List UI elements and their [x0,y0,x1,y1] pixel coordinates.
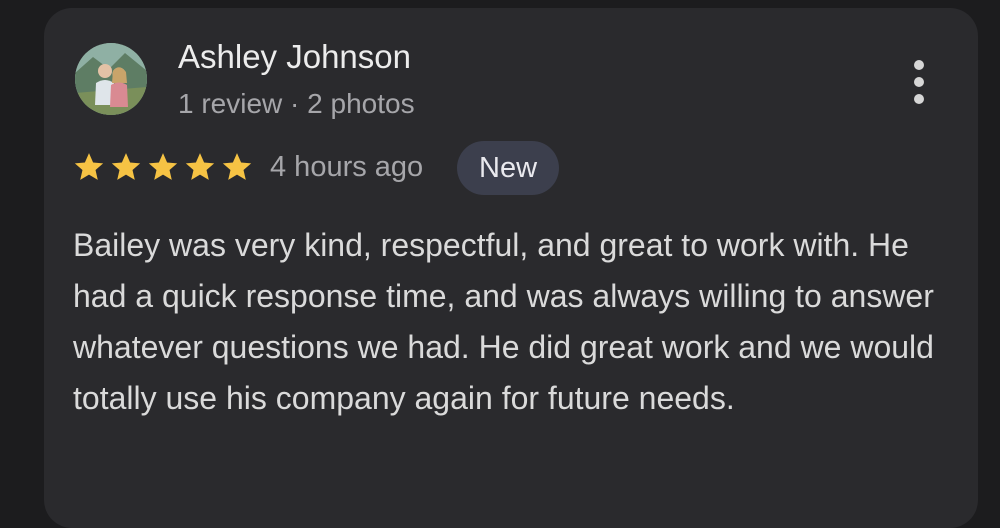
star-icon [109,150,143,184]
review-text: Bailey was very kind, respectful, and gr… [73,227,934,416]
star-icon [72,150,106,184]
star-icon [146,150,180,184]
avatar-photo [75,43,147,115]
star-icon [183,150,217,184]
new-badge: New [457,141,560,195]
star-icon [220,150,254,184]
author-meta: 1 review · 2 photos [178,88,415,119]
avatar[interactable] [75,43,147,115]
star-rating [72,150,254,184]
review-card: Ashley Johnson 1 review · 2 photos 4 hou… [44,8,978,528]
more-options-icon[interactable] [901,52,937,112]
menu-dot [914,94,924,104]
author-name[interactable]: Ashley Johnson [178,38,411,76]
review-time: 4 hours ago [270,151,424,183]
menu-dot [914,77,924,87]
menu-dot [914,60,924,70]
